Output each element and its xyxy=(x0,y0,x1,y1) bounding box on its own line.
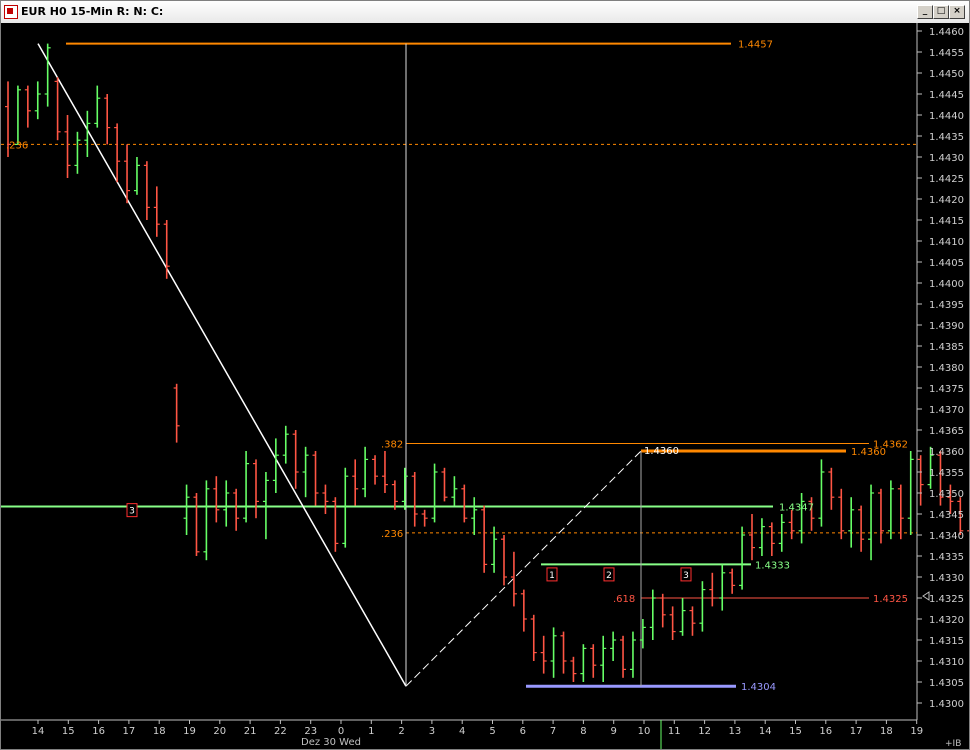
price-level-label: .236 xyxy=(381,529,403,540)
time-tick-label: 19 xyxy=(183,726,196,737)
time-tick-label: 4 xyxy=(459,726,465,737)
price-tick-label: 1.4335 xyxy=(929,552,964,563)
time-tick-label: 17 xyxy=(123,726,136,737)
count-marker-label: 3 xyxy=(129,507,135,517)
time-tick-label: 17 xyxy=(850,726,863,737)
price-tick-label: 1.4450 xyxy=(929,69,964,80)
price-level-label: .236 xyxy=(6,140,28,151)
time-tick-label: 14 xyxy=(32,726,45,737)
price-level-label: .382 xyxy=(381,439,403,450)
price-tick-label: 1.4435 xyxy=(929,132,964,143)
price-tick-label: 1.4360 xyxy=(929,447,964,458)
axis-corner-label: +IB xyxy=(945,739,961,749)
count-marker-label: 1 xyxy=(549,571,555,581)
window-title: EUR H0 15-Min R: N: C: xyxy=(21,5,164,18)
time-tick-label: 18 xyxy=(153,726,166,737)
price-level-label: 1.4333 xyxy=(755,560,790,571)
swing-high-label: 1.4360 xyxy=(644,446,679,457)
time-tick-label: 15 xyxy=(62,726,75,737)
price-tick-label: 1.4325 xyxy=(929,594,964,605)
price-level-label: 1.4360 xyxy=(851,447,886,458)
price-tick-label: 1.4330 xyxy=(929,573,964,584)
price-tick-label: 1.4460 xyxy=(929,27,964,38)
maximize-button[interactable]: □ xyxy=(933,5,949,19)
time-tick-label: 21 xyxy=(244,726,257,737)
price-tick-label: 1.4375 xyxy=(929,384,964,395)
price-tick-label: 1.4370 xyxy=(929,405,964,416)
price-tick-label: 1.4315 xyxy=(929,636,964,647)
time-tick-label: 10 xyxy=(638,726,651,737)
price-tick-label: 1.4385 xyxy=(929,342,964,353)
session-date-label: Dez 30 Wed xyxy=(301,737,361,748)
time-tick-label: 2 xyxy=(398,726,404,737)
title-bar[interactable]: EUR H0 15-Min R: N: C: _ □ × xyxy=(1,1,969,24)
time-tick-label: 13 xyxy=(729,726,742,737)
price-tick-label: 1.4440 xyxy=(929,111,964,122)
price-tick-label: 1.4395 xyxy=(929,300,964,311)
time-tick-label: 15 xyxy=(789,726,802,737)
price-tick-label: 1.4415 xyxy=(929,216,964,227)
price-tick-label: 1.4445 xyxy=(929,90,964,101)
price-tick-label: 1.4420 xyxy=(929,195,964,206)
app-icon xyxy=(4,5,18,19)
time-tick-label: 16 xyxy=(819,726,832,737)
price-level-label: .618 xyxy=(613,594,635,605)
price-tick-label: 1.4305 xyxy=(929,678,964,689)
time-tick-label: 3 xyxy=(429,726,435,737)
time-tick-label: 16 xyxy=(92,726,105,737)
price-tick-label: 1.4300 xyxy=(929,699,964,710)
price-tick-label: 1.4405 xyxy=(929,258,964,269)
price-tick-label: 1.4320 xyxy=(929,615,964,626)
price-tick-label: 1.4390 xyxy=(929,321,964,332)
plot-area[interactable] xyxy=(1,23,917,720)
time-tick-label: 22 xyxy=(274,726,287,737)
time-tick-label: 18 xyxy=(880,726,893,737)
close-button[interactable]: × xyxy=(949,5,965,19)
price-level-right-label: 1.4325 xyxy=(873,594,908,605)
price-tick-label: 1.4380 xyxy=(929,363,964,374)
price-tick-label: 1.4310 xyxy=(929,657,964,668)
price-tick-label: 1.4425 xyxy=(929,174,964,185)
price-level-label: 1.4347 xyxy=(779,502,814,513)
time-tick-label: 20 xyxy=(213,726,226,737)
count-marker-label: 3 xyxy=(683,571,689,581)
time-tick-label: 5 xyxy=(489,726,495,737)
price-level-label: 1.4457 xyxy=(738,40,773,51)
time-tick-label: 14 xyxy=(759,726,772,737)
price-tick-label: 1.4400 xyxy=(929,279,964,290)
price-tick-label: 1.4345 xyxy=(929,510,964,521)
price-tick-label: 1.4455 xyxy=(929,48,964,59)
price-tick-label: 1.4340 xyxy=(929,531,964,542)
time-tick-label: 1 xyxy=(368,726,374,737)
count-marker-label: 2 xyxy=(606,571,612,581)
price-level-label: 1.4304 xyxy=(741,682,776,693)
time-tick-label: 12 xyxy=(698,726,711,737)
time-tick-label: 9 xyxy=(611,726,617,737)
price-tick-label: 1.4430 xyxy=(929,153,964,164)
time-tick-label: 6 xyxy=(520,726,526,737)
time-tick-label: 11 xyxy=(668,726,681,737)
price-tick-label: 1.4410 xyxy=(929,237,964,248)
time-tick-label: 7 xyxy=(550,726,556,737)
time-tick-label: 19 xyxy=(910,726,923,737)
time-tick-label: 8 xyxy=(580,726,586,737)
price-tick-label: 1.4350 xyxy=(929,489,964,500)
time-tick-label: 0 xyxy=(338,726,344,737)
price-tick-label: 1.4355 xyxy=(929,468,964,479)
minimize-button[interactable]: _ xyxy=(917,5,933,19)
price-chart[interactable]: 1.4457.236.382 1.43621.43601.4347.2361.43… xyxy=(1,23,969,749)
chart-window: EUR H0 15-Min R: N: C: _ □ × 1.4457 .236.… xyxy=(0,0,970,750)
price-tick-label: 1.4365 xyxy=(929,426,964,437)
time-tick-label: 23 xyxy=(304,726,317,737)
